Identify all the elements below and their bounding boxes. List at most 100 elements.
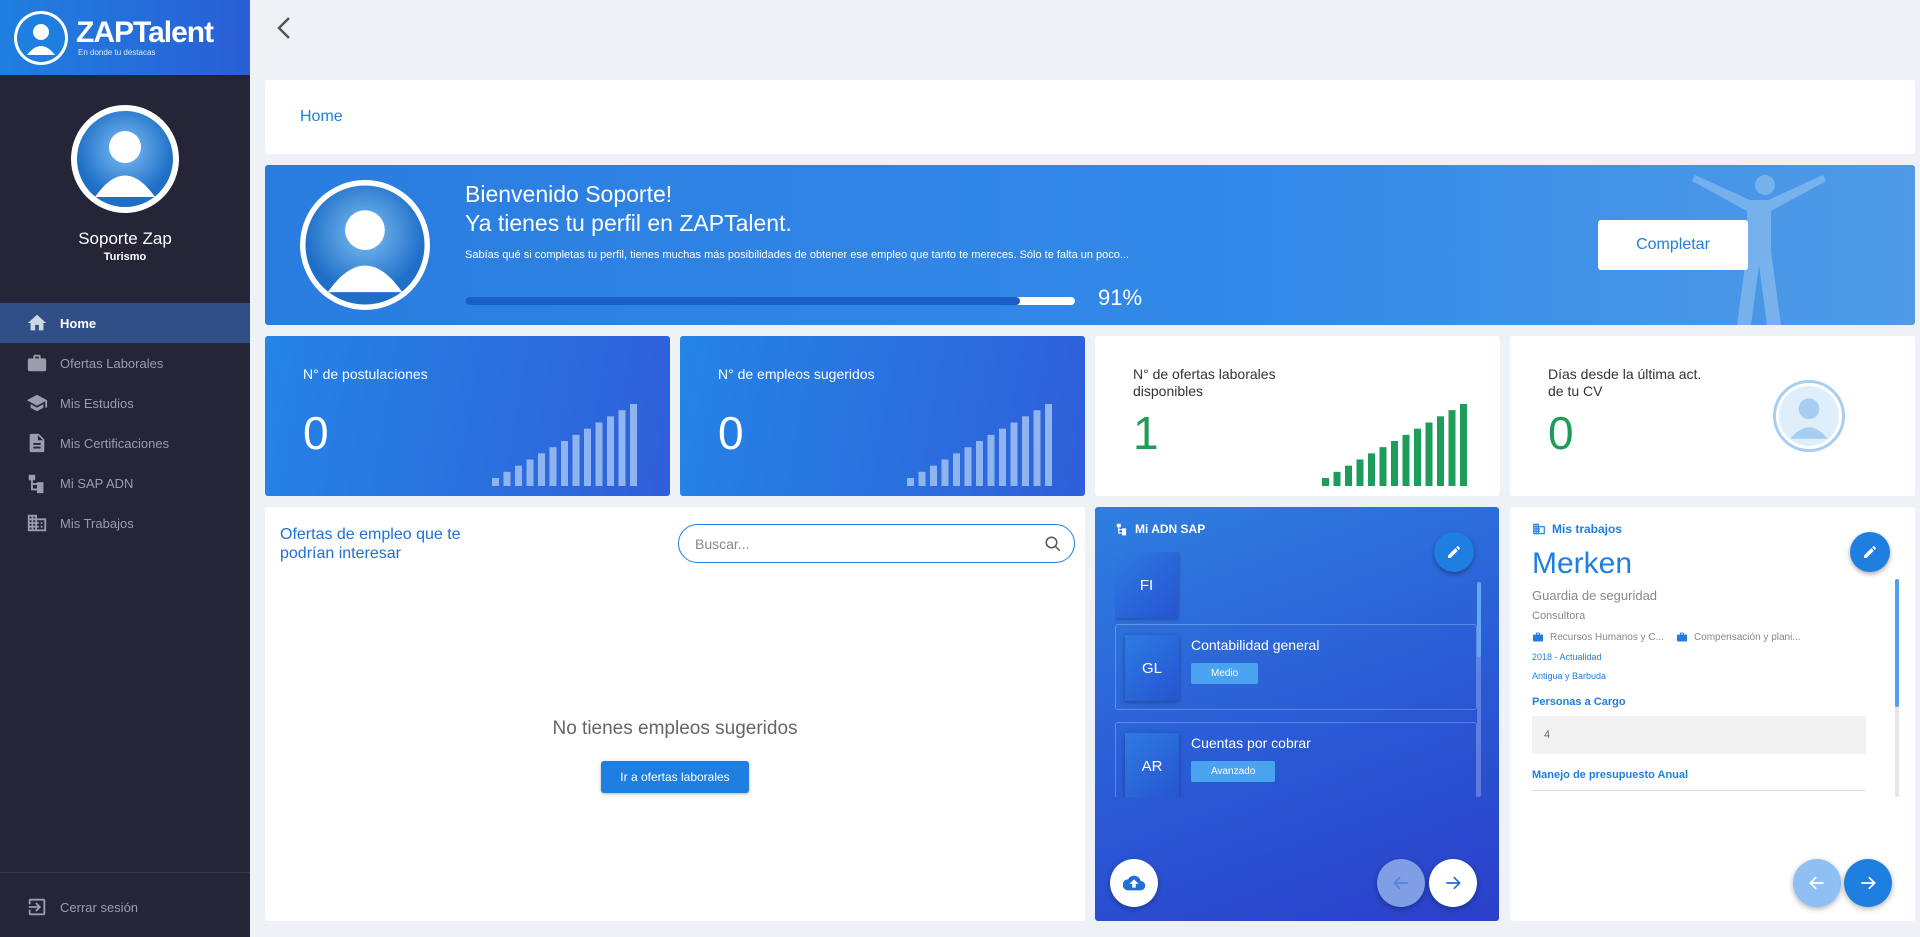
job-tag: Compensación y plani... <box>1676 631 1801 643</box>
decor-bar <box>1368 453 1375 486</box>
briefcase-icon <box>1676 632 1687 642</box>
search-input[interactable]: Buscar... <box>678 524 1075 563</box>
welcome-subtitle: Ya tienes tu perfil en ZAPTalent. <box>465 210 792 236</box>
decor-bar <box>987 434 995 486</box>
sidebar: ZAPTalent En donde tu destacas Soporte Z… <box>0 0 250 937</box>
stat-postulaciones: N° de postulaciones 0 <box>265 336 670 496</box>
job-role: Guardia de seguridad <box>1532 588 1658 603</box>
job-type: Consultora <box>1532 610 1586 622</box>
sidebar-item-label: Mis Trabajos <box>60 515 134 531</box>
sidebar-item-label: Mis Certificaciones <box>60 435 170 451</box>
decor-bar <box>549 447 557 486</box>
decor-bar <box>584 428 591 486</box>
search-placeholder: Buscar... <box>695 535 750 552</box>
decor-bar <box>1460 404 1467 486</box>
adn-scrollbar[interactable] <box>1477 582 1481 797</box>
decor-bar <box>976 441 983 486</box>
adn-module-code: FI <box>1115 552 1178 618</box>
building-icon <box>27 514 47 532</box>
decor-bar <box>1333 471 1341 486</box>
job-tags: Recursos Humanos y C... Compensación y p… <box>1532 631 1813 643</box>
decor-bar <box>561 441 568 486</box>
decor-bar <box>630 404 637 486</box>
profile-progress-bar <box>465 297 1075 305</box>
decor-bar <box>618 410 626 486</box>
bars-decoration-icon <box>492 404 637 486</box>
upload-button[interactable] <box>1110 859 1158 907</box>
my-jobs-card: Mis trabajos Merken Guardia de seguridad… <box>1510 507 1915 921</box>
sidebar-item-sap-adn[interactable]: Mi SAP ADN <box>0 463 250 503</box>
adn-module-list: FI GL Contabilidad general Medio AR Cuen… <box>1115 552 1477 797</box>
welcome-banner: Bienvenido Soporte! Ya tienes tu perfil … <box>265 165 1915 325</box>
stat-value: 0 <box>1548 407 1574 459</box>
sap-adn-card: Mi ADN SAP FI GL Contabilidad general Me… <box>1095 507 1499 921</box>
decor-bar <box>918 471 926 486</box>
adn-skill-item[interactable]: AR Cuentas por cobrar Avanzado <box>1115 722 1477 797</box>
decor-bar <box>1379 447 1387 486</box>
bars-decoration-icon <box>907 404 1052 486</box>
go-to-offers-button[interactable]: Ir a ofertas laborales <box>601 761 749 793</box>
decor-bar <box>999 428 1006 486</box>
adn-scrollbar-thumb[interactable] <box>1477 582 1481 657</box>
next-button[interactable] <box>1429 859 1477 907</box>
briefcase-icon <box>1533 632 1543 642</box>
prev-button[interactable] <box>1377 859 1425 907</box>
profile-progress-fill <box>465 297 1021 305</box>
profile-sector: Turismo <box>103 251 147 263</box>
logout-section: Cerrar sesión <box>0 872 250 927</box>
decor-bar <box>572 434 580 486</box>
adn-skill-item[interactable]: GL Contabilidad general Medio <box>1115 624 1477 710</box>
decor-bar <box>1345 465 1352 486</box>
complete-profile-button[interactable]: Completar <box>1598 220 1748 270</box>
back-button[interactable] <box>272 14 296 42</box>
brand-name: ZAPTalent <box>76 16 214 49</box>
decor-bar <box>607 416 614 486</box>
job-country: Antigua y Barbuda <box>1532 671 1607 681</box>
stat-ofertas-disponibles: N° de ofertas laborales disponibles 1 <box>1095 336 1500 496</box>
decor-bar <box>1414 428 1421 486</box>
logout-button[interactable]: Cerrar sesión <box>0 887 250 927</box>
arrow-left-icon <box>1809 876 1824 890</box>
jobs-scrollbar-thumb[interactable] <box>1895 579 1899 707</box>
adn-skill-code: GL <box>1125 635 1179 701</box>
decor-bar <box>1322 478 1329 486</box>
sidebar-item-label: Ofertas Laborales <box>60 355 164 371</box>
briefcase-icon <box>27 354 47 372</box>
sidebar-item-trabajos[interactable]: Mis Trabajos <box>0 503 250 543</box>
breadcrumb-home[interactable]: Home <box>300 108 343 126</box>
hierarchy-icon <box>28 474 44 494</box>
profile-avatar[interactable] <box>71 105 179 213</box>
sidebar-item-estudios[interactable]: Mis Estudios <box>0 383 250 423</box>
job-section-label: Manejo de presupuesto Anual <box>1532 769 1689 781</box>
profile-name: Soporte Zap <box>78 229 172 248</box>
stat-label: N° de postulaciones <box>303 366 428 382</box>
job-company: Merken <box>1532 547 1633 580</box>
pencil-icon <box>1864 546 1876 558</box>
search-icon[interactable] <box>1044 535 1062 553</box>
jobs-scrollbar[interactable] <box>1895 579 1899 797</box>
adn-skill-code: AR <box>1125 733 1179 797</box>
adn-module-header: FI <box>1115 552 1477 621</box>
sidebar-item-home[interactable]: Home <box>0 303 250 343</box>
brand-header[interactable]: ZAPTalent En donde tu destacas <box>0 0 250 75</box>
arrow-right-icon <box>1446 876 1461 890</box>
decor-bar <box>526 459 534 486</box>
sidebar-item-certificaciones[interactable]: Mis Certificaciones <box>0 423 250 463</box>
brand-tagline: En donde tu destacas <box>78 48 156 57</box>
graduation-cap-icon <box>26 394 48 412</box>
prev-button[interactable] <box>1793 859 1841 907</box>
decor-bar <box>515 465 522 486</box>
jobs-title: Mis trabajos <box>1532 522 1622 536</box>
job-tag-label: Recursos Humanos y C... <box>1550 631 1664 643</box>
job-offers-card: Ofertas de empleo que te podrían interes… <box>265 507 1085 921</box>
sidebar-nav: Home Ofertas Laborales Mis Estudios Mis … <box>0 303 250 543</box>
adn-title: Mi ADN SAP <box>1115 522 1205 536</box>
decor-bar <box>930 465 937 486</box>
next-button[interactable] <box>1844 859 1892 907</box>
decor-bar <box>503 471 511 486</box>
sidebar-item-ofertas[interactable]: Ofertas Laborales <box>0 343 250 383</box>
edit-job-button[interactable] <box>1850 532 1890 572</box>
welcome-avatar <box>300 180 430 310</box>
hierarchy-icon <box>1116 523 1127 536</box>
decor-bar <box>953 453 960 486</box>
